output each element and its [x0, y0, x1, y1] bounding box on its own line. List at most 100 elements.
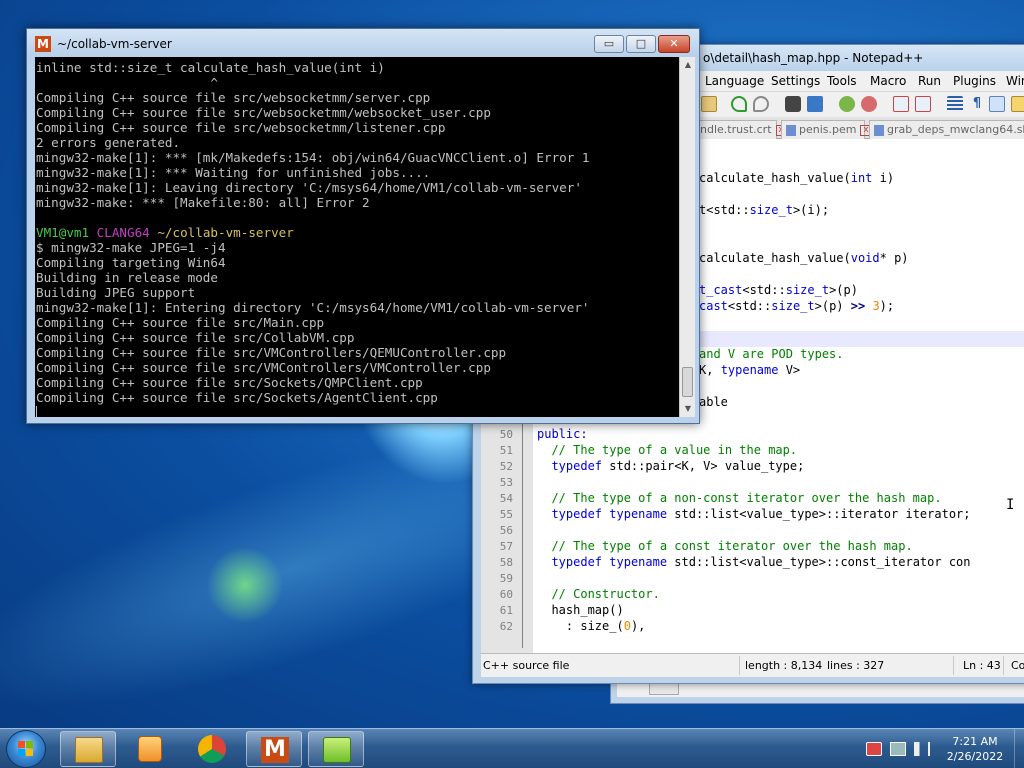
- show-desktop-button[interactable]: [1014, 729, 1024, 768]
- menu-tools[interactable]: Tools: [827, 74, 857, 88]
- terminal-line: mingw32-make[1]: *** [mk/Makedefs:154: o…: [36, 150, 590, 165]
- terminal-line: mingw32-make[1]: *** Waiting for unfinis…: [36, 165, 430, 180]
- menu-macro[interactable]: Macro: [870, 74, 906, 88]
- taskbar-msys2[interactable]: M: [246, 731, 302, 767]
- status-line-number: Ln : 43: [963, 659, 1001, 672]
- terminal-text: ^: [36, 75, 218, 90]
- code-token: std::pair<K, V> value_type;: [602, 459, 805, 473]
- notepad-plus-plus-icon: [323, 737, 351, 763]
- terminal-line: ^: [36, 75, 218, 90]
- taskbar-media-player[interactable]: [122, 731, 178, 767]
- code-token: typename: [609, 555, 668, 569]
- status-file-type: C++ source file: [483, 659, 570, 672]
- code-token: V>: [778, 363, 801, 377]
- code-token: able: [699, 395, 728, 409]
- code-token: * p): [879, 251, 909, 265]
- terminal-text: inline std::size_t calculate_hash_value(…: [36, 60, 385, 75]
- terminal-output[interactable]: inline std::size_t calculate_hash_value(…: [35, 57, 679, 417]
- terminal-text: mingw32-make[1]: Entering directory 'C:/…: [36, 300, 590, 315]
- minimize-button[interactable]: ▭: [594, 35, 624, 53]
- code-text: // The type of a non-const iterator over…: [537, 491, 942, 505]
- code-line: 57 // The type of a const iterator over …: [481, 539, 1024, 555]
- menu-run[interactable]: Run: [918, 74, 941, 88]
- scroll-thumb[interactable]: [682, 367, 693, 397]
- scroll-up-arrow-icon[interactable]: ▲: [680, 57, 696, 73]
- zoom-in-icon[interactable]: [839, 96, 855, 112]
- sync-horizontal-icon[interactable]: [915, 96, 931, 112]
- start-button[interactable]: [6, 730, 46, 768]
- scroll-down-arrow-icon[interactable]: ▼: [680, 401, 696, 417]
- menu-language[interactable]: Language: [705, 74, 764, 88]
- tab-bundle-trust-crt[interactable]: ndle.trust.crtx: [695, 120, 787, 139]
- code-token: >(p): [814, 299, 851, 313]
- taskbar-explorer[interactable]: [60, 731, 116, 767]
- menu-window[interactable]: Win: [1006, 74, 1024, 88]
- status-lines: lines : 327: [827, 659, 885, 672]
- background-window-scrollbar[interactable]: [649, 683, 679, 695]
- volume-icon[interactable]: [914, 742, 930, 756]
- status-separator: [1003, 656, 1004, 675]
- code-token: >(i);: [792, 203, 830, 217]
- taskbar-chrome[interactable]: [184, 731, 240, 767]
- code-token: and V are POD types.: [699, 347, 844, 361]
- close-button[interactable]: ✕: [658, 35, 690, 53]
- sync-vertical-icon[interactable]: [893, 96, 909, 112]
- line-number: 56: [499, 524, 513, 537]
- code-text: able: [699, 395, 728, 409]
- redo-icon[interactable]: [753, 96, 769, 112]
- windows-logo-icon: [18, 741, 34, 757]
- system-clock[interactable]: 7:21 AM 2/26/2022: [940, 734, 1010, 764]
- maximize-button[interactable]: □: [626, 35, 656, 53]
- code-token: void: [850, 251, 880, 265]
- code-text: // The type of a value in the map.: [537, 443, 797, 457]
- terminal-title-bar[interactable]: M ~/collab-vm-server ▭ □ ✕: [27, 29, 699, 57]
- code-token: typename: [720, 363, 779, 377]
- terminal-line: Compiling C++ source file src/VMControll…: [36, 345, 506, 360]
- code-token: t_cast: [699, 283, 743, 297]
- action-center-icon[interactable]: [866, 742, 882, 756]
- code-token: typename: [609, 507, 668, 521]
- menu-settings[interactable]: Settings: [771, 74, 820, 88]
- terminal-text: Compiling C++ source file src/VMControll…: [36, 345, 507, 360]
- code-token: 3: [872, 299, 880, 313]
- code-token: // The type of a non-const iterator over…: [537, 491, 942, 505]
- menu-plugins[interactable]: Plugins: [953, 74, 996, 88]
- terminal-text: Building in release mode: [36, 270, 218, 285]
- paste-icon[interactable]: [701, 96, 717, 112]
- terminal-line: mingw32-make: *** [Makefile:80: all] Err…: [36, 195, 370, 210]
- line-number: 55: [499, 508, 513, 521]
- replace-icon[interactable]: [807, 96, 823, 112]
- terminal-text: Compiling targeting Win64: [36, 255, 226, 270]
- tab-grab-deps-sh[interactable]: grab_deps_mwclang64.shx: [869, 120, 1024, 139]
- code-token: K,: [699, 363, 721, 377]
- zoom-out-icon[interactable]: [861, 96, 877, 112]
- terminal-text: mingw32-make: *** [Makefile:80: all] Err…: [36, 195, 370, 210]
- terminal-text: Compiling C++ source file src/VMControll…: [36, 360, 491, 375]
- terminal-text: Building JPEG support: [36, 285, 196, 300]
- tab-pem-file[interactable]: penis.pem x: [781, 120, 872, 139]
- line-number: 54: [499, 492, 513, 505]
- taskbar-notepad-plus-plus[interactable]: [308, 731, 364, 767]
- terminal-text: Compiling C++ source file src/CollabVM.c…: [36, 330, 355, 345]
- code-token: cast: [699, 299, 728, 313]
- show-all-characters-icon[interactable]: ¶: [969, 96, 985, 112]
- word-wrap-icon[interactable]: [947, 96, 963, 112]
- indent-guide-icon[interactable]: [989, 96, 1005, 112]
- tab-label: grab_deps_mwclang64.sh: [887, 123, 1024, 136]
- wallpaper-glow: [200, 540, 290, 630]
- doc-map-icon[interactable]: [1011, 96, 1024, 112]
- undo-icon[interactable]: [731, 96, 747, 112]
- network-icon[interactable]: [890, 742, 906, 756]
- msys2-terminal-window[interactable]: M ~/collab-vm-server ▭ □ ✕ inline std::s…: [26, 28, 700, 424]
- code-token: ),: [630, 619, 646, 633]
- code-token: <std::: [742, 283, 786, 297]
- code-line: 59: [481, 571, 1024, 587]
- terminal-scrollbar[interactable]: ▲ ▼: [679, 57, 695, 417]
- code-token: hash_map(): [537, 603, 624, 617]
- code-text: and V are POD types.: [699, 347, 844, 361]
- find-icon[interactable]: [785, 96, 801, 112]
- file-icon: [786, 124, 796, 136]
- terminal-title: ~/collab-vm-server: [57, 37, 172, 51]
